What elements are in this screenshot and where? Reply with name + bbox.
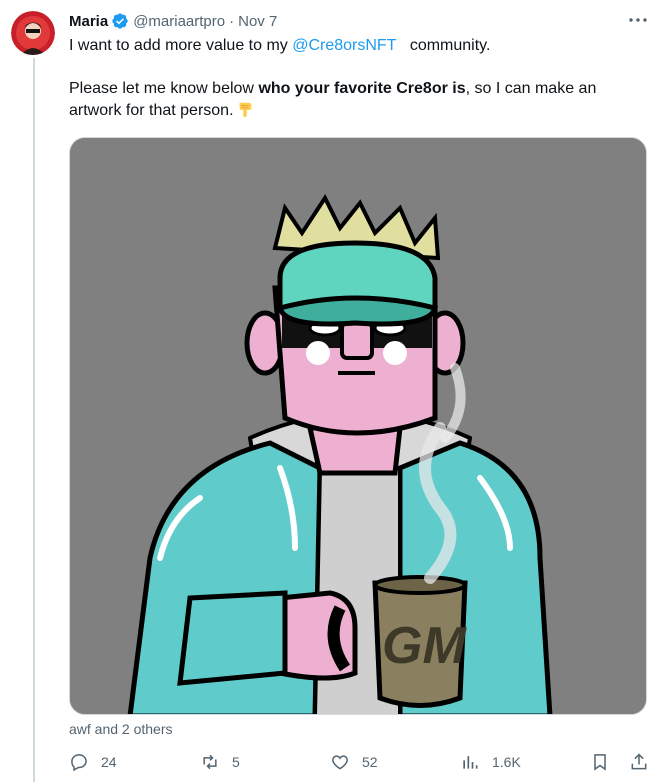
like-count: 52: [362, 754, 378, 770]
author-handle[interactable]: @mariaartpro: [133, 13, 225, 30]
avatar[interactable]: [11, 11, 55, 55]
tweet-text: I want to add more value to my @Cre8orsN…: [69, 35, 649, 122]
analytics-icon: [463, 756, 478, 769]
views-button[interactable]: 1.6K: [460, 752, 521, 772]
reply-button[interactable]: 24: [69, 752, 117, 772]
heart-icon: [332, 755, 348, 770]
bookmark-button[interactable]: [590, 752, 622, 772]
reply-icon: [71, 754, 87, 772]
mug-text: GM: [382, 617, 467, 675]
tweet-paragraph-1: I want to add more value to my @Cre8orsN…: [69, 35, 649, 57]
text-line1-prefix: I want to add more value to my: [69, 37, 293, 54]
tweet-actions-bar: 24 5 52 1.6K: [69, 752, 654, 776]
views-count: 1.6K: [492, 754, 521, 770]
more-options-icon[interactable]: [628, 12, 648, 28]
tweet-header: Maria @mariaartpro · Nov 7: [69, 10, 650, 32]
bookmark-icon: [594, 754, 606, 771]
tweet-date[interactable]: Nov 7: [238, 13, 277, 30]
repost-button[interactable]: 5: [200, 752, 240, 772]
text-p2-prefix: Please let me know below: [69, 80, 259, 97]
text-line1-suffix: community.: [409, 37, 491, 54]
tweet-paragraph-2: Please let me know below who your favori…: [69, 78, 649, 122]
mention-link[interactable]: @Cre8orsNFT: [292, 37, 396, 54]
tweet-media-image[interactable]: GM: [69, 137, 647, 715]
repost-icon: [203, 754, 217, 770]
verified-badge-icon: [112, 13, 128, 29]
like-button[interactable]: 52: [330, 752, 378, 772]
tagged-people-link[interactable]: awf and 2 others: [69, 721, 173, 737]
reply-count: 24: [101, 754, 117, 770]
separator-dot: ·: [229, 12, 235, 30]
text-p2-bold: who your favorite Cre8or is: [258, 80, 466, 97]
author-name[interactable]: Maria: [69, 13, 108, 30]
share-icon: [631, 753, 647, 770]
thread-line: [33, 58, 35, 782]
share-button[interactable]: [629, 752, 661, 772]
repost-count: 5: [232, 754, 240, 770]
pointing-down-emoji-icon: [239, 102, 251, 118]
